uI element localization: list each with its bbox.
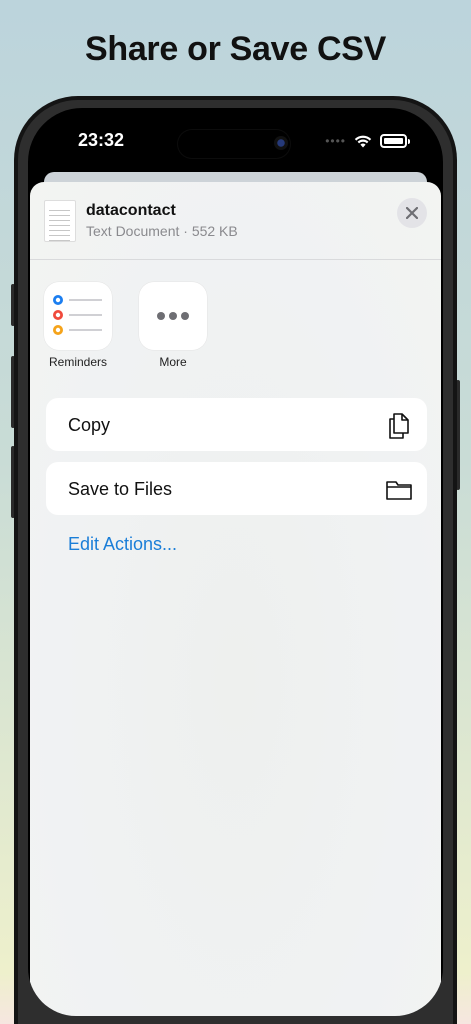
file-thumbnail [44,200,76,242]
header-divider [30,259,441,260]
close-button[interactable] [397,198,427,228]
camera-icon [274,136,288,150]
edit-actions-link[interactable]: Edit Actions... [68,534,177,555]
copy-action-label: Copy [68,415,111,435]
close-icon [406,207,418,219]
copy-icon [389,413,409,439]
more-icon [157,312,189,320]
save-to-files-action[interactable]: Save to Files [46,462,427,515]
wifi-icon [354,135,372,148]
reminders-icon [53,295,102,335]
app-label-reminders: Reminders [48,355,108,369]
share-sheet: datacontact Text Document · 552 KB Remin… [30,182,441,1016]
app-label-more: More [159,355,187,369]
folder-icon [386,481,412,500]
phone-screen: 23:32 •••• datacontact Text Document · 5… [28,108,443,1016]
copy-action[interactable]: Copy [46,398,427,451]
app-tile-reminders[interactable] [44,282,112,350]
file-meta: Text Document · 552 KB [86,223,238,239]
file-name: datacontact [86,202,176,219]
app-tile-more[interactable] [139,282,207,350]
cellular-signal-icon: •••• [325,134,346,148]
battery-icon [380,134,410,148]
status-time: 23:32 [78,130,125,150]
status-icons: •••• [325,134,410,148]
page-headline: Share or Save CSV [84,30,387,68]
save-to-files-label: Save to Files [68,479,173,499]
